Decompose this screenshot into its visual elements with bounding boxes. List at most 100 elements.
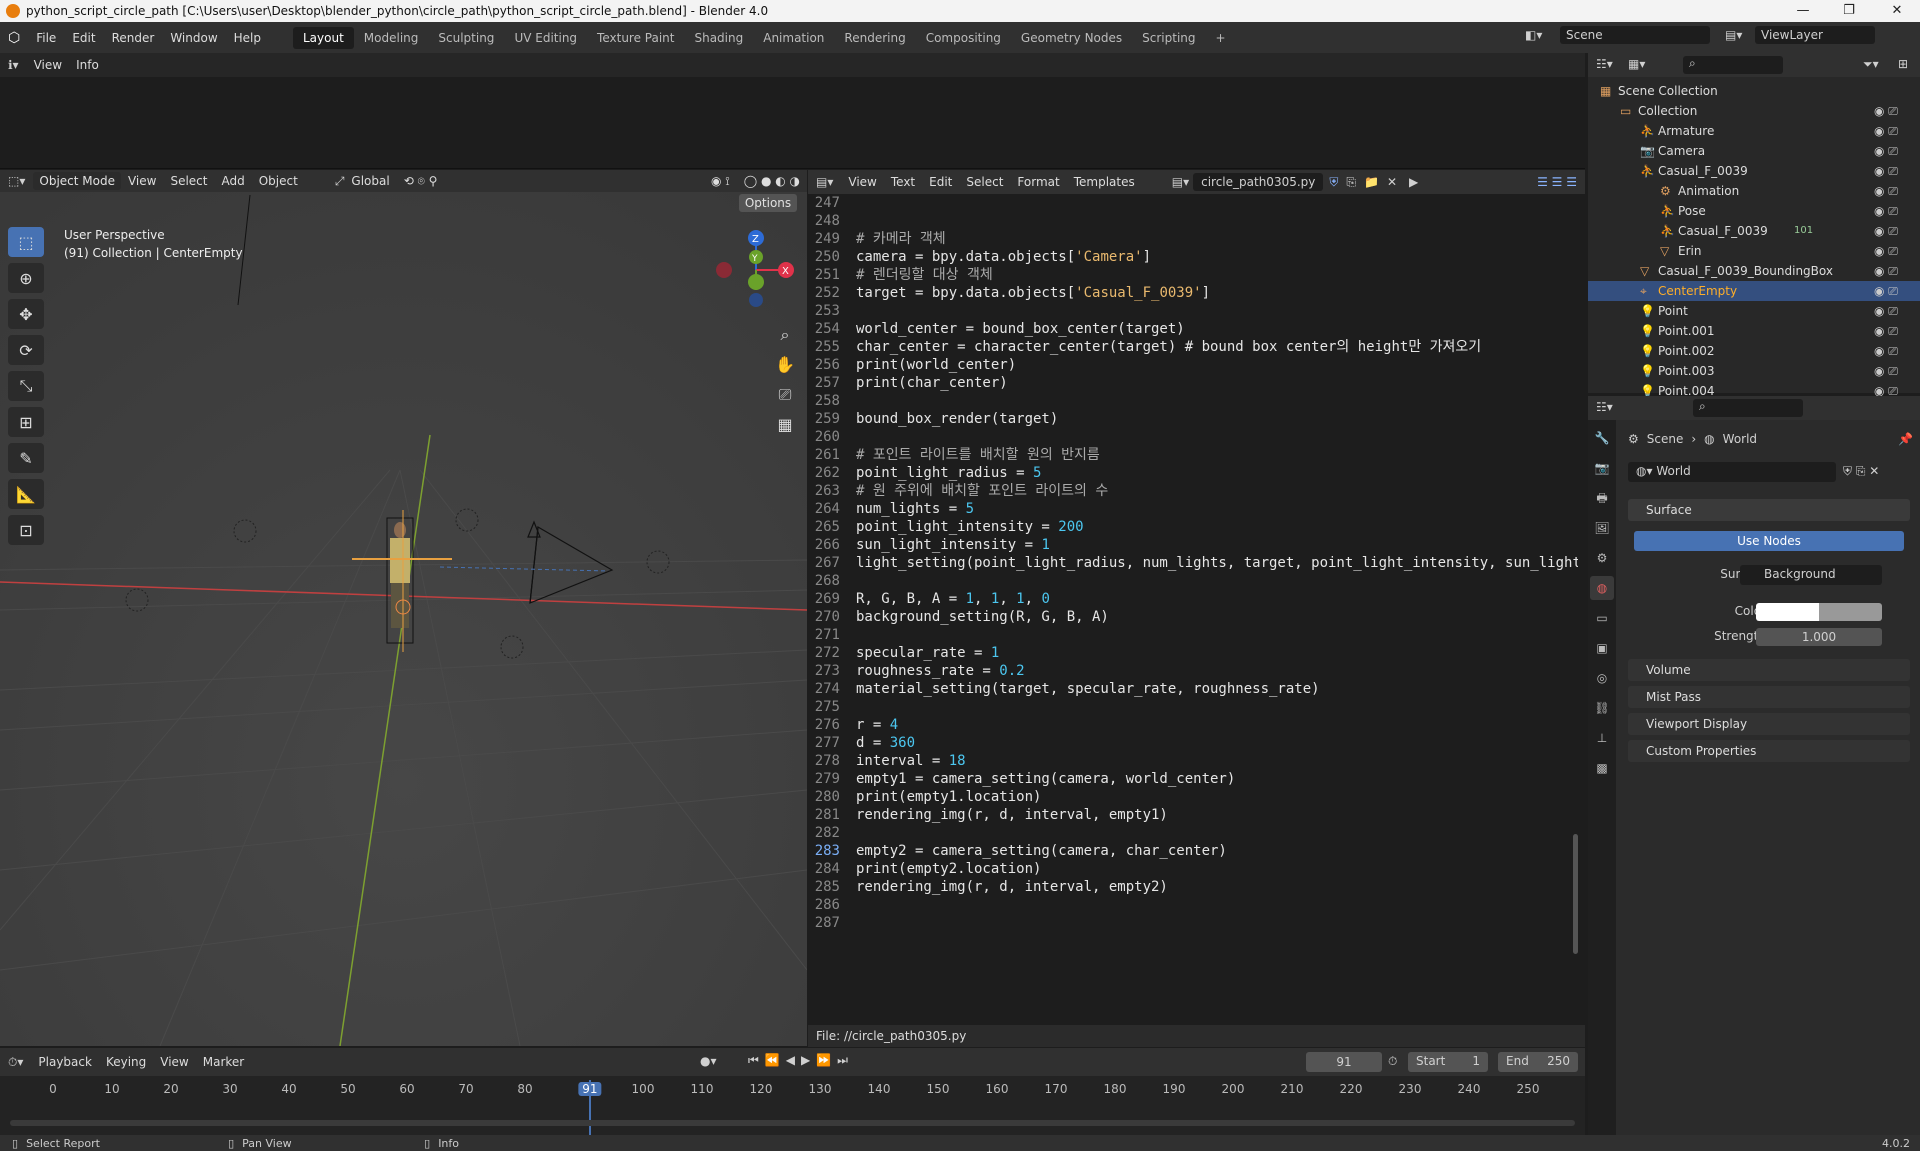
minimize-button[interactable]: — (1780, 0, 1826, 22)
color-swatch[interactable] (1756, 603, 1882, 621)
text-menu-view[interactable]: View (841, 173, 883, 191)
add-cube-icon[interactable]: ⊡ (8, 515, 44, 545)
pin-icon[interactable]: 📌 (1898, 432, 1913, 446)
code-area[interactable]: 247 248 249 # 카메라 객체 250 camera = bpy.data.ob… (808, 194, 1578, 1030)
code-line[interactable]: camera = bpy.data.objects['Camera'] (856, 248, 1151, 266)
outliner-item[interactable]: 💡 Point.003 ◉ ⎚ (1588, 361, 1920, 381)
outliner-item[interactable]: ⛹ Casual_F_0039 ◉ ⎚ 101 (1588, 221, 1920, 241)
object-mode-dropdown[interactable]: Object Mode (33, 172, 121, 190)
select-box-icon[interactable]: ⬚ (8, 227, 44, 257)
scene-name-field[interactable]: Scene (1560, 26, 1710, 44)
visibility-eye-icon[interactable]: ◉ ⎚ (1874, 341, 1898, 361)
current-frame-field[interactable]: 91 (1306, 1052, 1382, 1072)
properties-search-input[interactable]: ⌕ (1693, 399, 1803, 417)
world-datablock-field[interactable]: ◍▾ World (1628, 462, 1836, 482)
viewport-editor-type-icon[interactable]: ⬚▾ (0, 174, 33, 188)
visibility-eye-icon[interactable]: ◉ ⎚ (1874, 121, 1898, 141)
transform-orientation-dropdown[interactable]: Global (344, 172, 396, 190)
visibility-icon[interactable]: ◉ ⟟ (704, 172, 737, 191)
code-line[interactable]: rendering_img(r, d, interval, empty2) (856, 878, 1168, 896)
visibility-eye-icon[interactable]: ◉ ⎚ (1874, 161, 1898, 181)
scale-icon[interactable]: ⤡ (8, 371, 44, 401)
data-tab-icon[interactable]: ⊥ (1590, 726, 1614, 750)
open-folder-icon[interactable]: 📁 (1364, 175, 1379, 189)
code-line[interactable]: bound_box_render(target) (856, 410, 1058, 428)
code-line[interactable]: r = 4 (856, 716, 898, 734)
tab-texture-paint[interactable]: Texture Paint (587, 27, 684, 49)
menu-render[interactable]: Render (104, 28, 163, 48)
code-line[interactable]: char_center = character_center(target) #… (856, 338, 1481, 356)
timeline-menu-keying[interactable]: Keying (99, 1053, 153, 1071)
viewport-menu-object[interactable]: Object (252, 172, 305, 190)
text-display-toggles-icon[interactable]: ☰ ☰ ☰ (1537, 175, 1585, 189)
menu-edit[interactable]: Edit (64, 28, 103, 48)
timeline-menu-playback[interactable]: Playback (31, 1053, 99, 1071)
text-editor-type-icon[interactable]: ▤▾ (808, 175, 841, 189)
collection-tab-icon[interactable]: ▭ (1590, 606, 1614, 630)
outliner-item[interactable]: 💡 Point.001 ◉ ⎚ (1588, 321, 1920, 341)
outliner-item[interactable]: ⛹ Armature ◉ ⎚ (1588, 121, 1920, 141)
code-line[interactable]: world_center = bound_box_center(target) (856, 320, 1185, 338)
object-tab-icon[interactable]: ▣ (1590, 636, 1614, 660)
custom-properties-panel-header[interactable]: Custom Properties (1628, 740, 1910, 762)
code-line[interactable]: specular_rate = 1 (856, 644, 999, 662)
code-line[interactable]: point_light_radius = 5 (856, 464, 1041, 482)
code-line[interactable]: # 카메라 객체 (856, 230, 946, 248)
menu-help[interactable]: Help (226, 28, 269, 48)
editor-type-icon[interactable]: ℹ▾ (0, 58, 27, 72)
tab-layout[interactable]: Layout (293, 26, 354, 49)
visibility-eye-icon[interactable]: ◉ ⎚ (1874, 301, 1898, 321)
volume-panel-header[interactable]: Volume (1628, 659, 1910, 681)
text-menu-format[interactable]: Format (1010, 173, 1066, 191)
tab-compositing[interactable]: Compositing (916, 27, 1011, 49)
text-menu-templates[interactable]: Templates (1067, 173, 1142, 191)
surface-panel-header[interactable]: Surface (1628, 499, 1910, 521)
world-tab-icon[interactable]: ◍ (1590, 576, 1614, 600)
timeline-playhead[interactable] (588, 1080, 591, 1136)
run-script-icon[interactable]: ▶ (1409, 175, 1418, 189)
annotate-icon[interactable]: ✎ (8, 443, 44, 473)
mist-pass-panel-header[interactable]: Mist Pass (1628, 686, 1910, 708)
maximize-button[interactable]: ❐ (1826, 0, 1872, 22)
outliner-item[interactable]: 📷 Camera ◉ ⎚ (1588, 141, 1920, 161)
visibility-eye-icon[interactable]: ◉ ⎚ (1874, 181, 1898, 201)
code-line[interactable]: print(empty1.location) (856, 788, 1041, 806)
tool-tab-icon[interactable]: 🔧 (1590, 426, 1614, 450)
code-line[interactable]: empty2 = camera_setting(camera, char_cen… (856, 842, 1227, 860)
timeline-type-icon[interactable]: ⏱▾ (0, 1055, 31, 1070)
outliner-item[interactable]: ▦ Scene Collection (1588, 81, 1920, 101)
code-line[interactable]: print(world_center) (856, 356, 1016, 374)
code-line[interactable]: empty1 = camera_setting(camera, world_ce… (856, 770, 1235, 788)
tab-animation[interactable]: Animation (753, 27, 834, 49)
output-tab-icon[interactable]: 🖶 (1590, 486, 1614, 510)
viewport-menu-view[interactable]: View (121, 172, 163, 190)
viewport-3d[interactable]: User Perspective (91) Collection | Cente… (0, 170, 807, 1046)
code-line[interactable]: roughness_rate = 0.2 (856, 662, 1025, 680)
code-line[interactable]: target = bpy.data.objects['Casual_F_0039… (856, 284, 1210, 302)
code-line[interactable]: print(empty2.location) (856, 860, 1041, 878)
tab-sculpting[interactable]: Sculpting (428, 27, 504, 49)
tab-modeling[interactable]: Modeling (354, 27, 429, 49)
outliner-item[interactable]: ▽ Casual_F_0039_BoundingBox ◉ ⎚ (1588, 261, 1920, 281)
surface-shader-field[interactable]: Background (1740, 565, 1882, 585)
start-frame-field[interactable]: Start 1 (1408, 1052, 1488, 1072)
outliner-item[interactable]: ⛹ Casual_F_0039 ◉ ⎚ (1588, 161, 1920, 181)
fake-user-shield-icon[interactable]: ⛨ (1329, 175, 1338, 190)
use-nodes-button[interactable]: Use Nodes (1634, 531, 1904, 551)
visibility-eye-icon[interactable]: ◉ ⎚ (1874, 361, 1898, 381)
code-line[interactable]: # 포인트 라이트를 배치할 원의 반지름 (856, 446, 1100, 464)
filter-icon[interactable]: ⏷▾ (1863, 57, 1879, 72)
code-line[interactable]: # 원 주위에 배치할 포인트 라이트의 수 (856, 482, 1108, 500)
code-line[interactable]: # 렌더링할 대상 객체 (856, 266, 993, 284)
viewlayer-selector-icon[interactable]: ▤▾ (1725, 28, 1742, 42)
strength-field[interactable]: 1.000 (1756, 628, 1882, 646)
text-filename-field[interactable]: circle_path0305.py (1193, 173, 1324, 191)
ortho-grid-icon[interactable]: ▦ (770, 410, 800, 440)
info-menu-info[interactable]: Info (69, 56, 106, 74)
code-scrollbar[interactable] (1573, 834, 1578, 954)
code-line[interactable]: background_setting(R, G, B, A) (856, 608, 1109, 626)
outliner-item[interactable]: ⌖ CenterEmpty ◉ ⎚ (1588, 281, 1920, 301)
info-menu-view[interactable]: View (27, 56, 69, 74)
visibility-eye-icon[interactable]: ◉ ⎚ (1874, 101, 1898, 121)
camera-view-icon[interactable]: ⎚ (770, 380, 800, 410)
